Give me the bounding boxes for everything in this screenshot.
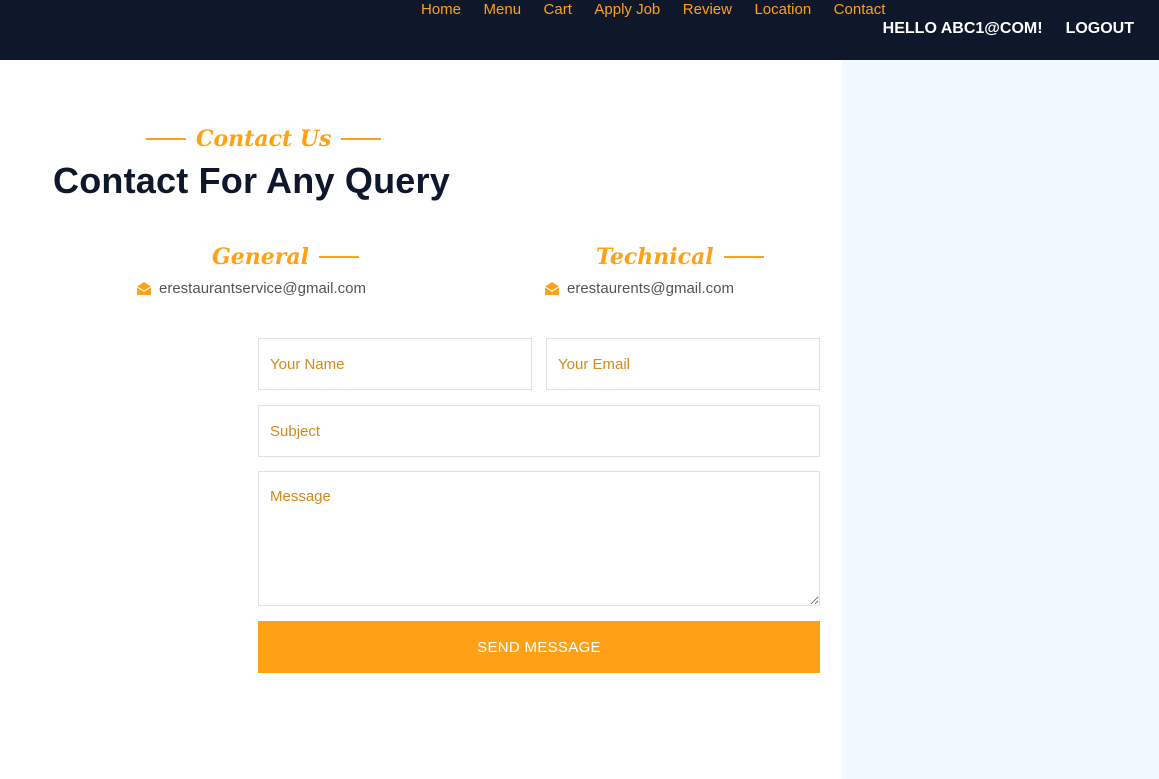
envelope-open-icon <box>545 282 559 295</box>
section-subtitle: Contact Us <box>146 126 382 152</box>
decor-line-right <box>341 138 382 140</box>
nav-links: Home Menu Cart Apply Job Review Location… <box>421 2 908 18</box>
top-navbar: Home Menu Cart Apply Job Review Location… <box>0 0 1159 60</box>
message-textarea[interactable] <box>258 471 820 606</box>
nav-user-area: HELLO ABC1@COM! LOGOUT <box>883 20 1134 38</box>
envelope-open-icon <box>137 282 151 295</box>
nav-link-apply-job[interactable]: Apply Job <box>594 2 660 18</box>
email-input[interactable] <box>546 338 820 390</box>
contact-technical-email-row: erestaurents@gmail.com <box>545 280 764 297</box>
contact-technical-heading: Technical <box>596 244 764 270</box>
contact-general-heading: General <box>212 244 366 270</box>
contact-general-label: General <box>212 244 309 270</box>
nav-link-home[interactable]: Home <box>421 2 461 18</box>
decor-line <box>318 256 359 258</box>
decor-line <box>723 256 764 258</box>
subject-input[interactable] <box>258 405 820 457</box>
section-subtitle-text: Contact Us <box>196 126 332 152</box>
contact-technical: Technical erestaurents@gmail.com <box>545 244 764 297</box>
nav-link-review[interactable]: Review <box>683 2 732 18</box>
nav-link-contact[interactable]: Contact <box>834 2 886 18</box>
logout-link[interactable]: LOGOUT <box>1066 20 1134 38</box>
contact-technical-label: Technical <box>596 244 714 270</box>
contact-technical-email[interactable]: erestaurents@gmail.com <box>567 280 734 297</box>
name-input[interactable] <box>258 338 532 390</box>
nav-link-location[interactable]: Location <box>754 2 811 18</box>
contact-general: General erestaurantservice@gmail.com <box>137 244 366 297</box>
decor-line-left <box>146 138 186 140</box>
send-message-button[interactable]: SEND MESSAGE <box>258 621 820 673</box>
page-title: Contact For Any Query <box>53 160 450 201</box>
side-panel <box>842 60 1159 779</box>
contact-general-email[interactable]: erestaurantservice@gmail.com <box>159 280 366 297</box>
contact-general-email-row: erestaurantservice@gmail.com <box>137 280 366 297</box>
user-greeting: HELLO ABC1@COM! <box>882 20 1043 37</box>
nav-link-cart[interactable]: Cart <box>544 2 572 18</box>
nav-link-menu[interactable]: Menu <box>484 2 522 18</box>
